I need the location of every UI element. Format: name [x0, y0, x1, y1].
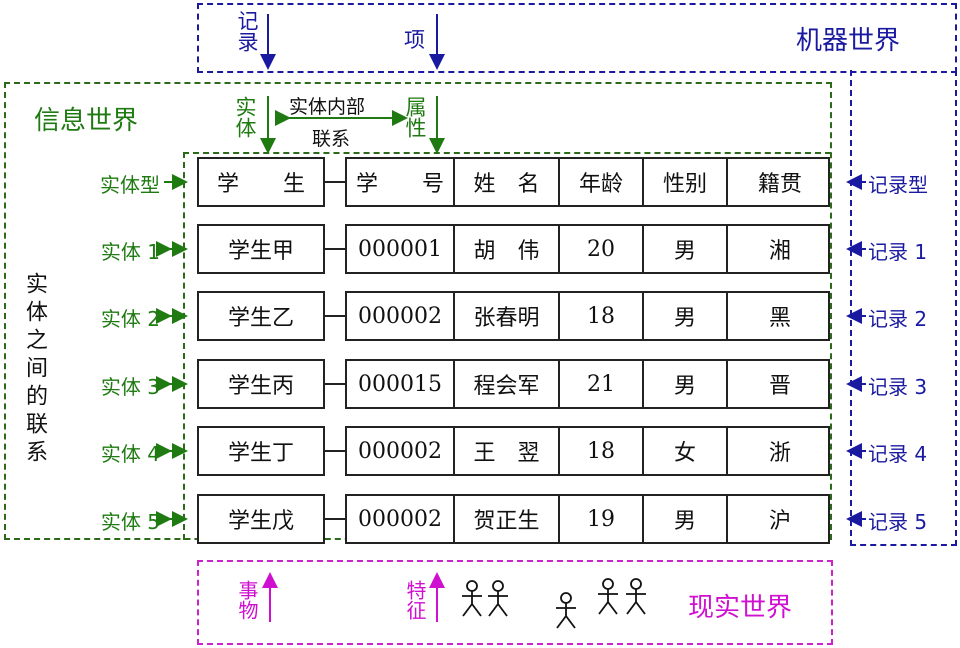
people-icon [462, 578, 646, 629]
arrows-overlay [156, 14, 866, 629]
